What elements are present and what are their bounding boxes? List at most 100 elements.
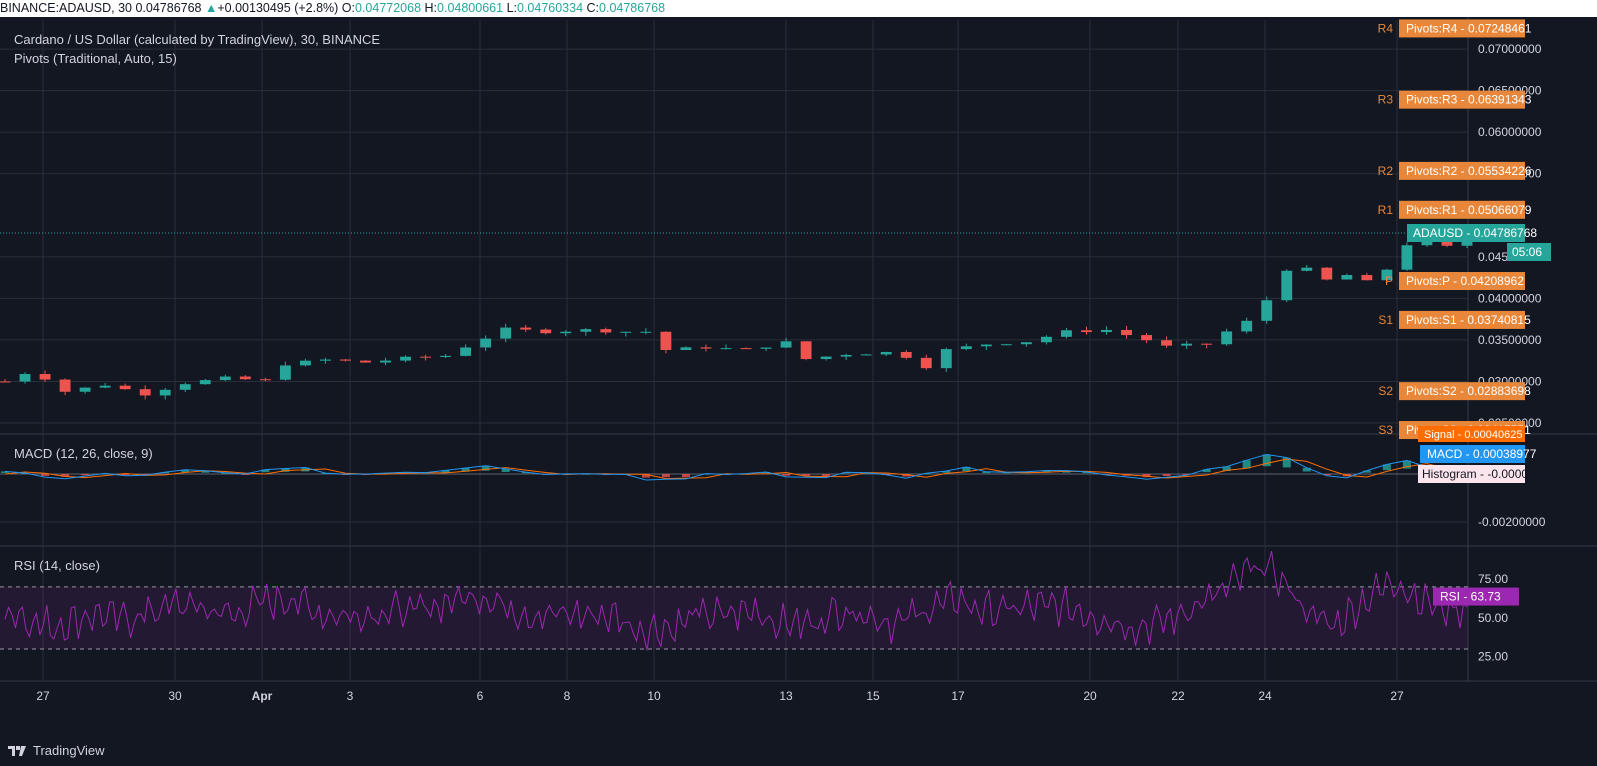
x-tick-label: 30 <box>168 689 182 703</box>
high-label: H: <box>424 1 438 15</box>
close-label: C: <box>586 1 600 15</box>
candle-body <box>1201 343 1213 345</box>
candle-body <box>680 347 692 351</box>
macd-title: MACD (12, 26, close, 9) <box>14 446 153 461</box>
open-label: O: <box>341 1 355 15</box>
pivot-level-label: R1 <box>1378 203 1394 217</box>
x-tick-label: 27 <box>1390 689 1404 703</box>
macd-histogram-bar <box>81 474 90 476</box>
last-price-label: ADAUSD - 0.04786768 <box>1413 226 1537 240</box>
x-tick-label: Apr <box>252 689 273 703</box>
candle-body <box>740 348 752 350</box>
candle-body <box>660 331 672 351</box>
rsi-label: RSI - 63.73 <box>1440 590 1501 604</box>
candle-body <box>760 347 772 349</box>
pivot-level-label: R3 <box>1378 93 1394 107</box>
x-tick-label: 10 <box>647 689 661 703</box>
candle-body <box>1101 329 1112 333</box>
candle-body <box>400 356 411 361</box>
pivot-value-label: Pivots:S1 - 0.03740815 <box>1406 313 1531 327</box>
candle-body <box>960 346 972 350</box>
macd-label: MACD - 0.00038977 <box>1427 447 1537 461</box>
pivot-level-label: S1 <box>1378 313 1393 327</box>
candle-body <box>1361 275 1373 281</box>
candle-body <box>1401 245 1413 270</box>
pivot-value-label: Pivots:R1 - 0.05066079 <box>1406 203 1532 217</box>
candle-body <box>279 365 291 380</box>
candle-body <box>380 360 391 363</box>
candle-body <box>840 354 852 357</box>
macd-histogram-bar <box>681 474 690 477</box>
candle-body <box>299 360 311 366</box>
candle-body <box>600 329 612 333</box>
open-value: 0.04772068 <box>355 1 422 15</box>
x-tick-label: 8 <box>564 689 571 703</box>
x-tick-label: 13 <box>779 689 793 703</box>
tradingview-logo-icon <box>8 745 26 756</box>
candle-body <box>1000 344 1012 346</box>
candle-body <box>1061 330 1072 337</box>
countdown-label: 05:06 <box>1512 245 1542 259</box>
candle-body <box>340 359 351 361</box>
candle-body <box>119 385 131 390</box>
high-value: 0.04800661 <box>437 1 504 15</box>
candle-body <box>1121 329 1132 336</box>
pivot-level-label: P <box>1385 274 1393 288</box>
candle-body <box>480 338 492 348</box>
change-arrow-icon: ▲ <box>205 1 218 15</box>
candle-body <box>780 341 792 348</box>
x-tick-label: 22 <box>1171 689 1185 703</box>
pivot-value-label: Pivots:S2 - 0.02883698 <box>1406 384 1531 398</box>
rsi-y-tick: 25.00 <box>1478 650 1508 664</box>
tradingview-brand[interactable]: TradingView <box>8 743 105 758</box>
candle-body <box>640 331 652 333</box>
symbol-name[interactable]: BINANCE:ADAUSD, 30 <box>0 1 132 15</box>
chart-title: Cardano / US Dollar (calculated by Tradi… <box>14 32 380 47</box>
macd-histogram-bar <box>41 474 50 476</box>
chart-canvas[interactable]: 0.070000000.065000000.060000000.05500000… <box>0 17 1597 737</box>
x-tick-label: 6 <box>477 689 484 703</box>
x-tick-label: 24 <box>1258 689 1272 703</box>
brand-name: TradingView <box>33 743 105 758</box>
pivot-value-label: Pivots:R2 - 0.05534226 <box>1406 164 1532 178</box>
macd-histogram-bar <box>822 474 831 477</box>
macd-histogram-bar <box>1162 474 1171 476</box>
signal-label: Signal - 0.00040625 <box>1424 429 1522 441</box>
candle-body <box>99 385 111 388</box>
candle-body <box>59 379 71 392</box>
candle-body <box>1040 336 1052 343</box>
x-tick-label: 20 <box>1083 689 1097 703</box>
symbol-info-bar: BINANCE:ADAUSD, 30 0.04786768 ▲+0.001304… <box>0 0 1597 17</box>
pivot-value-label: Pivots:R3 - 0.06391343 <box>1406 93 1532 107</box>
low-value: 0.04760334 <box>517 1 584 15</box>
pivot-level-label: S3 <box>1378 423 1393 437</box>
candle-body <box>1020 342 1032 345</box>
candle-body <box>159 389 171 396</box>
candle-body <box>580 329 592 332</box>
macd-histogram-bar <box>782 474 791 476</box>
candle-body <box>139 389 151 396</box>
macd-histogram-bar <box>661 474 670 478</box>
candle-body <box>980 344 992 347</box>
candle-body <box>560 331 572 334</box>
candle-body <box>820 356 832 360</box>
candle-body <box>620 331 632 333</box>
candle-body <box>700 347 712 349</box>
histogram-label: Histogram - -0.00001649 <box>1422 467 1555 481</box>
candle-body <box>860 354 872 356</box>
pivot-level-label: S2 <box>1378 384 1393 398</box>
last-price: 0.04786768 <box>135 1 202 15</box>
candle-body <box>1281 270 1293 301</box>
candle-body <box>460 347 472 356</box>
candle-body <box>920 357 932 369</box>
candle-body <box>0 381 11 383</box>
candle-body <box>79 387 91 392</box>
candle-body <box>720 348 732 350</box>
candle-body <box>940 349 952 369</box>
candle-body <box>1321 267 1333 280</box>
x-tick-label: 27 <box>36 689 50 703</box>
pivot-value-label: Pivots:P - 0.04208962 <box>1406 274 1524 288</box>
candle-body <box>1261 300 1273 321</box>
y-tick-label: 0.06000000 <box>1478 125 1542 139</box>
footer: TradingView <box>0 737 1597 766</box>
